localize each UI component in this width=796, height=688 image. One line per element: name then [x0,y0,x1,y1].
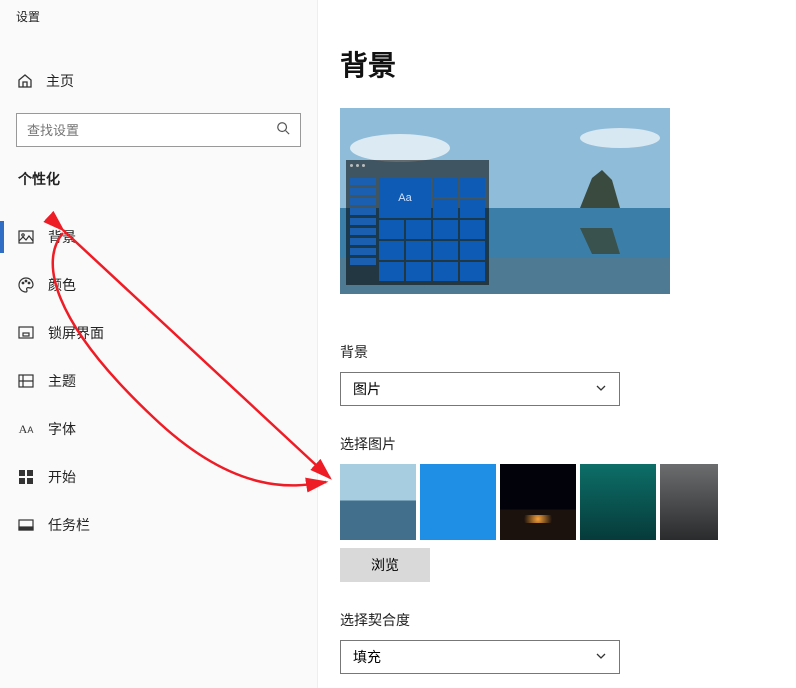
start-icon [16,469,36,485]
settings-sidebar: 设置 主页 个性化 背景 颜色 锁屏界面 主题 AA [0,0,318,688]
search-icon [276,121,290,140]
thumb-4[interactable] [660,464,718,540]
font-icon: AA [16,422,36,437]
preview-start-overlay: Aa [346,160,489,285]
fit-value: 填充 [353,647,381,667]
search-input[interactable] [27,123,276,138]
nav-colors[interactable]: 颜色 [0,261,317,309]
nav-taskbar[interactable]: 任务栏 [0,501,317,549]
thumb-0[interactable] [340,464,416,540]
chevron-down-icon [595,381,607,397]
content-pane: 背景 Aa [340,0,796,688]
taskbar-icon [16,516,36,534]
fit-label: 选择契合度 [340,610,796,630]
picture-icon [16,228,36,246]
search-input-wrapper[interactable] [16,113,301,147]
thumb-3[interactable] [580,464,656,540]
bg-type-label: 背景 [340,342,796,362]
nav-start[interactable]: 开始 [0,453,317,501]
nav-label: 背景 [48,227,76,247]
sidebar-category: 个性化 [0,147,317,189]
wallpaper-thumbnails [340,464,796,540]
fit-dropdown[interactable]: 填充 [340,640,620,674]
nav-label: 开始 [48,467,76,487]
sidebar-home[interactable]: 主页 [0,61,317,101]
bg-type-dropdown[interactable]: 图片 [340,372,620,406]
bg-type-value: 图片 [353,379,381,399]
sidebar-home-label: 主页 [46,71,74,91]
preview-tile-aa: Aa [379,178,431,218]
thumb-1[interactable] [420,464,496,540]
wallpaper-preview: Aa [340,108,670,294]
browse-button[interactable]: 浏览 [340,548,430,582]
nav-label: 任务栏 [48,515,90,535]
app-title: 设置 [0,0,317,25]
nav-background[interactable]: 背景 [0,213,317,261]
palette-icon [16,276,36,294]
nav-lockscreen[interactable]: 锁屏界面 [0,309,317,357]
nav-label: 锁屏界面 [48,323,104,343]
page-title: 背景 [340,44,796,84]
chevron-down-icon [595,649,607,665]
thumb-2[interactable] [500,464,576,540]
choose-image-label: 选择图片 [340,434,796,454]
nav-label: 颜色 [48,275,76,295]
nav-themes[interactable]: 主题 [0,357,317,405]
nav-label: 主题 [48,371,76,391]
theme-icon [16,372,36,390]
lockscreen-icon [16,324,36,342]
nav-label: 字体 [48,419,76,439]
nav-fonts[interactable]: AA 字体 [0,405,317,453]
home-icon [16,73,34,89]
sidebar-nav: 背景 颜色 锁屏界面 主题 AA 字体 开始 任务栏 [0,213,317,549]
